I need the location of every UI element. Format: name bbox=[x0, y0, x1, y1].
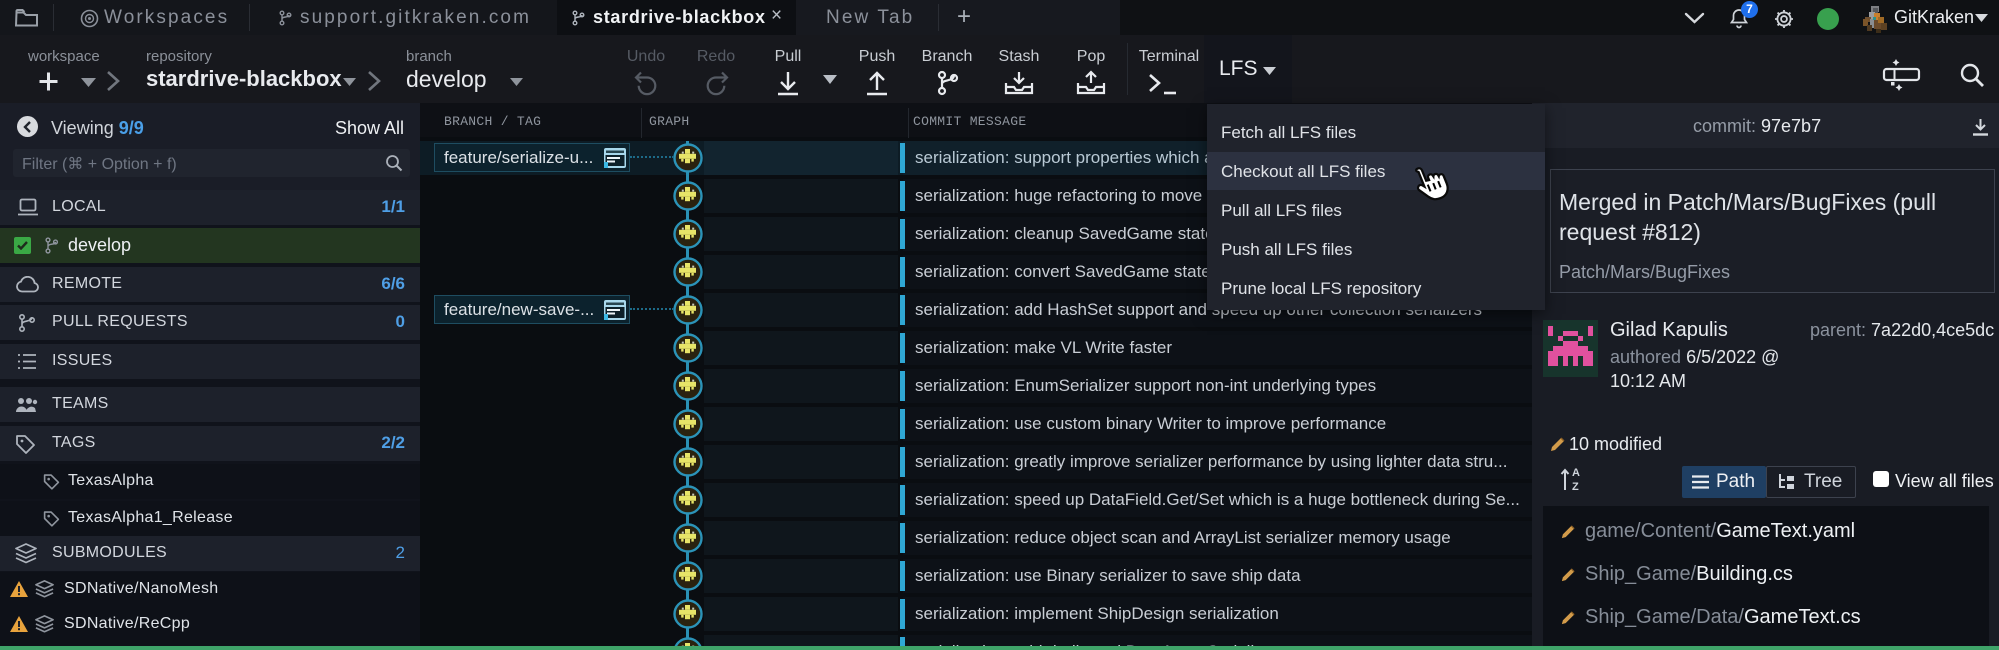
svg-text:Z: Z bbox=[1572, 481, 1579, 492]
svg-text:A: A bbox=[1572, 467, 1580, 479]
